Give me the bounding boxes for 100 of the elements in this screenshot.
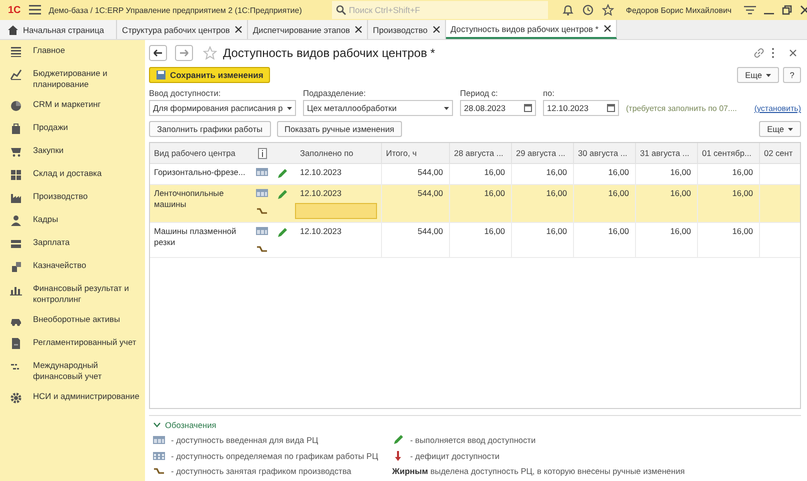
person-icon [10, 214, 22, 227]
set-link[interactable]: (установить) [754, 104, 801, 113]
table-row[interactable]: Машины плазменной резки 12.10.2023 544,00 16,00 16,00 16,00 16,00 16,00 [150, 222, 800, 258]
restore-icon[interactable] [782, 5, 792, 15]
table-row[interactable]: Горизонтально-фрезе... 12.10.2023 544,00 16,00 16,00 16,00 16,00 16,00 [150, 164, 800, 184]
action-button[interactable]: Заполнить графики работы [149, 121, 270, 137]
sidebar-item[interactable]: Производство [33, 191, 88, 202]
form-title: Доступность видов рабочих центров * [223, 46, 436, 60]
more-icon[interactable] [771, 47, 775, 59]
date-field[interactable]: 12.10.2023 [543, 100, 619, 116]
table-cell: Машины плазменной резки [154, 226, 236, 246]
date-field[interactable]: 28.08.2023 [460, 100, 536, 116]
table-cell: 16,00 [608, 167, 629, 177]
table-cell: 16,00 [546, 226, 567, 236]
factory-icon [10, 191, 22, 204]
user-name[interactable]: Федоров Борис Михайлович [626, 6, 732, 14]
more-button[interactable]: Еще [759, 121, 801, 137]
chevron-down-icon[interactable] [153, 422, 161, 428]
table-cell: 16,00 [484, 226, 505, 236]
legend-text: - выполняется ввод доступности [410, 435, 536, 445]
legend-text: - дефицит доступности [410, 451, 500, 461]
table-icon [256, 227, 268, 235]
tab[interactable]: Диспетчирование этапов [248, 20, 368, 39]
close-icon[interactable] [354, 26, 362, 33]
chart-icon [10, 68, 22, 81]
wave-icon [153, 467, 165, 475]
sidebar-item[interactable]: Внеоборотные активы [33, 314, 120, 324]
info-icon [258, 148, 267, 158]
field-label: Подразделение: [303, 88, 367, 98]
link-icon[interactable] [753, 47, 765, 59]
pencil-icon [392, 434, 404, 446]
tab[interactable]: Структура рабочих центров [117, 20, 248, 39]
table-cell: 16,00 [484, 167, 505, 177]
legend-text: - доступность занятая графиком производства [171, 466, 352, 476]
table-cell: 12.10.2023 [300, 167, 342, 177]
table-cell: 16,00 [670, 188, 691, 198]
settings-icon[interactable] [744, 5, 756, 15]
app-logo: 1С [8, 4, 21, 16]
close-icon[interactable] [432, 26, 440, 33]
sidebar-item[interactable]: Закупки [33, 145, 64, 156]
grid-table-icon [153, 452, 165, 460]
sidebar-item[interactable]: Финансовый результат и контроллинг [33, 283, 141, 304]
window-title: Демо-база / 1С:ERP Управление предприятием 2 (1С:Предприятие) [48, 6, 302, 14]
star-icon[interactable] [602, 4, 614, 16]
input-field[interactable] [295, 203, 377, 219]
sidebar-item[interactable]: Международный финансовый учет [33, 360, 141, 381]
down-arrow-icon [394, 450, 402, 462]
tab[interactable]: Начальная страница [0, 20, 118, 39]
section-title[interactable]: Обозначения [165, 420, 216, 430]
tab[interactable]: Доступность видов рабочих центров * [446, 20, 617, 39]
table-cell: 16,00 [546, 167, 567, 177]
sidebar-item[interactable]: НСИ и администрирование [33, 391, 140, 402]
help-button[interactable]: ? [783, 67, 801, 83]
sidebar-item[interactable]: Бюджетирование и планирование [33, 68, 141, 89]
table-cell: 544,00 [418, 167, 443, 177]
sidebar-item[interactable]: Зарплата [33, 237, 70, 248]
close-icon[interactable] [604, 25, 611, 32]
sidebar-item[interactable]: Продажи [33, 122, 68, 132]
sidebar-item[interactable]: Казначейство [33, 260, 86, 270]
sidebar-item[interactable]: Главное [33, 45, 65, 56]
field-label: Период с: [460, 88, 499, 98]
menu-icon [10, 45, 22, 58]
history-icon[interactable] [582, 4, 594, 16]
home-icon [8, 24, 18, 34]
calendar-icon [607, 104, 615, 112]
menu-icon[interactable] [28, 5, 41, 15]
grid-icon [10, 168, 22, 181]
close-icon[interactable] [800, 5, 807, 15]
table-cell: Ленточнопильные машины [154, 188, 224, 208]
save-button[interactable]: Сохранить изменения [149, 67, 270, 83]
table-icon [256, 168, 268, 176]
table-cell: 16,00 [670, 226, 691, 236]
field-label: по: [543, 88, 556, 98]
search-field[interactable]: Поиск Ctrl+Shift+F [332, 1, 548, 19]
sidebar-item[interactable]: Регламентированный учет [33, 337, 136, 348]
action-button[interactable]: Показать ручные изменения [276, 121, 402, 137]
table-cell: 16,00 [608, 226, 629, 236]
document-icon [10, 337, 22, 350]
more-button[interactable]: Еще [737, 67, 779, 83]
dropdown-field[interactable]: Для формирования расписания р [149, 100, 296, 116]
pie-chart-icon [10, 99, 22, 112]
table-cell: 16,00 [546, 188, 567, 198]
table-cell: 16,00 [608, 188, 629, 198]
table-cell: 16,00 [732, 188, 753, 198]
sidebar-item[interactable]: CRM и маркетинг [33, 99, 101, 110]
table-cell: Горизонтально-фрезе... [154, 167, 246, 177]
bell-icon[interactable] [562, 4, 574, 16]
tab[interactable]: Производство [368, 20, 446, 39]
table-cell: 16,00 [732, 226, 753, 236]
table-cell: 12.10.2023 [300, 188, 342, 198]
star-icon[interactable] [203, 46, 217, 60]
hint-text: (требуется заполнить по 07.... [626, 104, 737, 113]
sidebar-item[interactable]: Кадры [33, 214, 58, 224]
table-row[interactable]: Ленточнопильные машины 12.10.2023 544,00 16,00 16,00 16,00 16,00 16,00 [150, 184, 800, 222]
dropdown-field[interactable]: Цех металлообработки [303, 100, 453, 116]
close-icon[interactable] [234, 26, 242, 33]
sidebar-item[interactable]: Склад и доставка [33, 168, 102, 178]
table-icon [256, 189, 268, 197]
caret-icon [444, 106, 449, 110]
close-icon[interactable] [789, 49, 797, 57]
